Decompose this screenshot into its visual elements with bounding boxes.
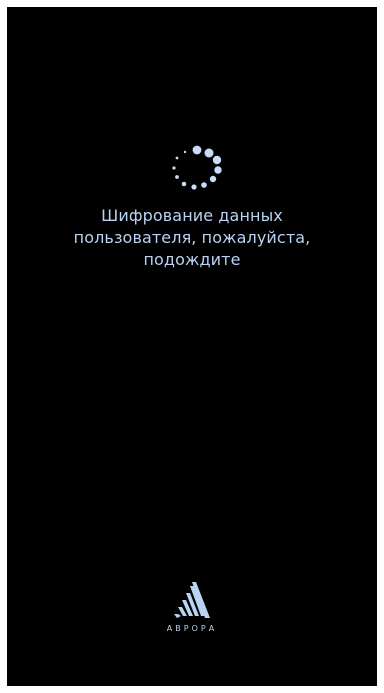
encryption-screen: Шифрование данных пользователя, пожалуйс…: [7, 7, 377, 686]
aurora-logo-icon: [174, 582, 210, 618]
encryption-status-message: Шифрование данных пользователя, пожалуйс…: [73, 206, 311, 269]
brand-name: АВРОРА: [166, 624, 218, 633]
